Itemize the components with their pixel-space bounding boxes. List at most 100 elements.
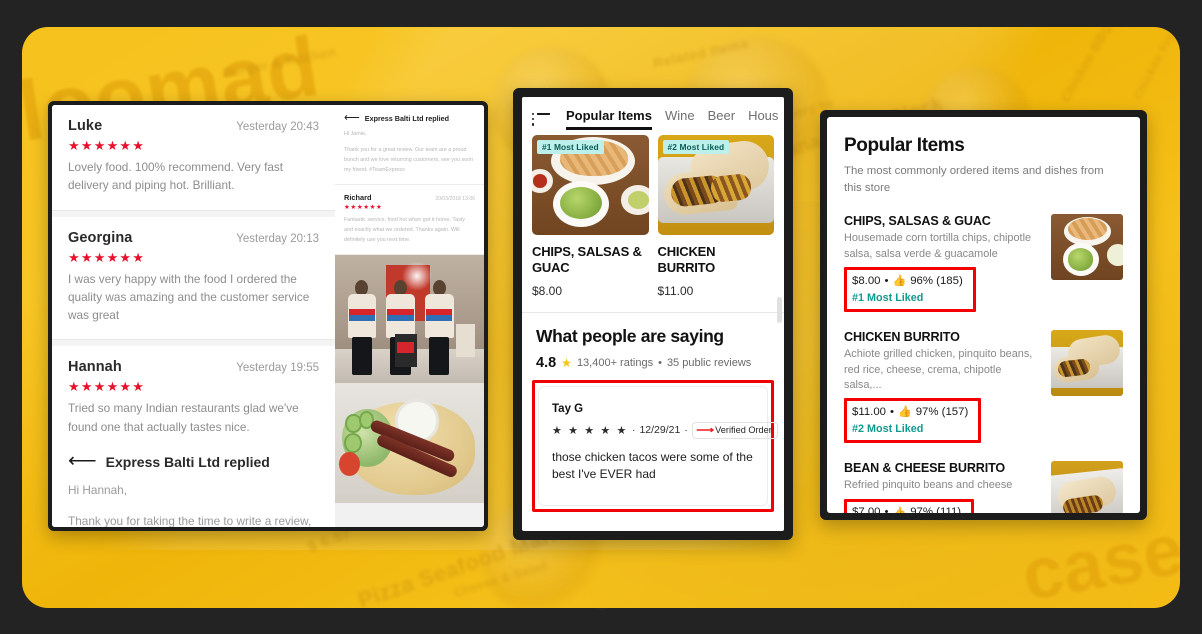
rating-stars: ★★★★★★: [68, 249, 146, 265]
item-like-percent: 97% (111): [910, 506, 962, 513]
item-like-percent: 97% (157): [915, 405, 969, 418]
review-author: Hannah: [68, 359, 122, 376]
scrollbar-thumb[interactable]: [777, 297, 782, 323]
rating-stars: ★★★★★★: [68, 138, 146, 153]
menu-card-chips-salsas-guac[interactable]: #1 Most Liked CHIPS, SALSAS & GUAC $8.00: [532, 135, 649, 298]
thumbs-up-icon: 👍: [892, 506, 907, 513]
tab-wine[interactable]: Wine: [665, 108, 708, 130]
meta-separator: •: [890, 405, 894, 418]
side-review-body: Fantastic service, food hot when got it …: [344, 216, 465, 243]
watermark-related-items: Related Items: [651, 35, 751, 71]
tab-beer[interactable]: Beer: [708, 108, 748, 130]
menu-card-price: $11.00: [657, 283, 694, 298]
item-rank-badge: #1 Most Liked: [852, 292, 924, 305]
kebab-naan-photo: [335, 382, 484, 503]
watermark-cheese-salad: Cheese & Salad: [452, 558, 549, 600]
thumbs-up-icon: 👍: [892, 275, 907, 288]
review-item: Georgina Yesterday 20:13 ★★★★★★ I was ve…: [52, 216, 335, 341]
thumbs-up-icon: 👍: [898, 406, 912, 419]
highlight-box-item-stats: $8.00 • 👍 96% (185) #1 Most Liked: [844, 267, 976, 313]
item-description: Housemade corn tortilla chips, chipotle …: [844, 232, 1032, 260]
doordash-logo-icon: ⟶: [696, 424, 714, 436]
menu-scroll-area[interactable]: Popular Items Wine Beer Hous #1 Most Lik…: [522, 97, 784, 531]
item-like-percent: 96% (185): [910, 274, 963, 287]
verified-label: Verified Order: [715, 425, 772, 435]
tab-popular-items[interactable]: Popular Items: [566, 108, 665, 130]
tab-house[interactable]: Hous: [748, 108, 784, 130]
rating-score: 4.8: [536, 354, 557, 371]
review-body: I was very happy with the food I ordered…: [68, 271, 310, 323]
side-reply-body: Thank you for a great review. Our team a…: [344, 147, 474, 173]
side-review-item: Richard 20/03/2018 13:06 ★★★★★★ Fantasti…: [335, 185, 484, 255]
item-description: Achiote grilled chicken, pinquito beans,…: [844, 348, 1033, 391]
item-name: CHIPS, SALSAS & GUAC: [844, 214, 991, 229]
menu-card-title: CHIPS, SALSAS & GUAC: [532, 244, 642, 276]
meta-separator: •: [884, 506, 889, 513]
item-stats: $7.00 • 👍 97% (111): [852, 506, 961, 513]
merchant-reply-greeting: Hi Hannah,: [68, 482, 128, 497]
meta-separator: •: [658, 356, 662, 369]
item-price: $11.00: [852, 405, 886, 418]
reviews-list[interactable]: Luke Yesterday 20:43 ★★★★★★ Lovely food.…: [52, 105, 335, 527]
highlight-box-item-stats: $7.00 • 👍 97% (111) #3 Most Liked: [844, 498, 975, 513]
page-subtitle: The most commonly ordered items and dish…: [844, 165, 1104, 194]
menu-card-title: CHICKEN BURRITO: [657, 244, 716, 276]
menu-card-price: $8.00: [532, 283, 563, 298]
menu-cards-row: #1 Most Liked CHIPS, SALSAS & GUAC $8.00…: [522, 133, 784, 298]
menu-card-chicken-burrito[interactable]: #2 Most Liked CHICKEN BURRITO $11.00: [657, 135, 774, 298]
highlight-box-item-stats: $11.00 • 👍 97% (157) #2 Most Liked: [844, 398, 982, 444]
what-people-are-saying-heading: What people are saying: [536, 325, 724, 346]
meta-separator: ·: [631, 424, 636, 436]
status-badge-verified-order: ⟶ Verified Order: [691, 421, 778, 439]
customer-reviews-panel: Luke Yesterday 20:43 ★★★★★★ Lovely food.…: [48, 101, 488, 531]
watermark-case: case: [1016, 509, 1180, 608]
page-title: Popular Items: [844, 135, 965, 156]
review-card: Tay G ★ ★ ★ ★ ★ · 12/29/21 · ⟶ Verified …: [538, 385, 778, 507]
merchant-reply: ⟵ Express Balti Ltd replied Hi Hannah, T…: [52, 441, 335, 527]
item-name: BEAN & CHEESE BURRITO: [844, 461, 1006, 476]
highlight-box-review: Tay G ★ ★ ★ ★ ★ · 12/29/21 · ⟶ Verified …: [532, 379, 778, 513]
merchant-reply-title: Express Balti Ltd replied: [105, 453, 270, 470]
item-rank-badge: #2 Most Liked: [852, 423, 924, 436]
screenshot-root: loomad Delivery to Banasree, B-Block Rel…: [0, 0, 1202, 634]
rating-stars: ★★★★★★: [344, 204, 383, 211]
chicken-burrito-image: #2 Most Liked: [657, 135, 774, 235]
popular-item-row[interactable]: CHIPS, SALSAS & GUAC Housemade corn tort…: [844, 214, 1123, 313]
most-liked-badge: #2 Most Liked: [662, 140, 730, 154]
review-timestamp: Yesterday 19:55: [236, 362, 319, 375]
review-date: 12/29/21: [639, 424, 681, 436]
review-timestamp: Yesterday 20:13: [236, 232, 319, 245]
item-name: CHICKEN BURRITO: [844, 330, 960, 345]
reply-arrow-icon: ⟵: [344, 112, 360, 124]
review-body: Lovely food. 100% recommend. Very fast d…: [68, 160, 284, 193]
side-review-date: 20/03/2018 13:06: [435, 196, 475, 202]
review-author: Tay G: [552, 402, 584, 415]
review-timestamp: Yesterday 20:43: [236, 121, 319, 133]
side-merchant-reply: ⟵ Express Balti Ltd replied Hi Jamie, Th…: [335, 105, 484, 185]
most-liked-badge: #1 Most Liked: [537, 140, 604, 154]
review-item: Hannah Yesterday 19:55 ★★★★★★ Tried so m…: [52, 346, 335, 442]
merchant-reply-body: Thank you for taking the time to write a…: [68, 513, 312, 527]
menu-popular-items-panel: Popular Items Wine Beer Hous #1 Most Lik…: [513, 88, 793, 540]
menu-tabbar: Popular Items Wine Beer Hous: [522, 97, 784, 133]
reviews-secondary-column[interactable]: ⟵ Express Balti Ltd replied Hi Jamie, Th…: [335, 105, 484, 527]
bean-cheese-burrito-thumb: [1051, 461, 1123, 513]
chicken-burrito-thumb: [1051, 330, 1123, 397]
delivery-staff-photo: [335, 254, 484, 383]
side-reply-title: Express Balti Ltd replied: [364, 114, 450, 123]
popular-item-row[interactable]: CHICKEN BURRITO Achiote grilled chicken,…: [844, 330, 1123, 444]
item-description: Refried pinquito beans and cheese: [844, 479, 1013, 492]
popular-item-row[interactable]: BEAN & CHEESE BURRITO Refried pinquito b…: [844, 461, 1123, 513]
review-item: Luke Yesterday 20:43 ★★★★★★ Lovely food.…: [52, 105, 335, 211]
watermark-chicken-fry: Chicken Fry: [1130, 29, 1178, 103]
meta-separator: •: [884, 274, 889, 287]
rating-stars: ★ ★ ★ ★ ★: [552, 424, 628, 437]
star-icon: ★: [561, 355, 572, 370]
watermark-burger-kitchen: Burger & Kitchen: [221, 44, 338, 81]
item-stats: $8.00 • 👍 96% (185): [852, 274, 963, 288]
review-body: those chicken tacos were some of the bes…: [552, 449, 753, 481]
meta-separator: ·: [684, 424, 688, 436]
ratings-summary: 4.8 ★ 13,400+ ratings • 35 public review…: [522, 347, 784, 371]
list-icon[interactable]: [532, 112, 550, 126]
review-author: Georgina: [68, 229, 133, 246]
